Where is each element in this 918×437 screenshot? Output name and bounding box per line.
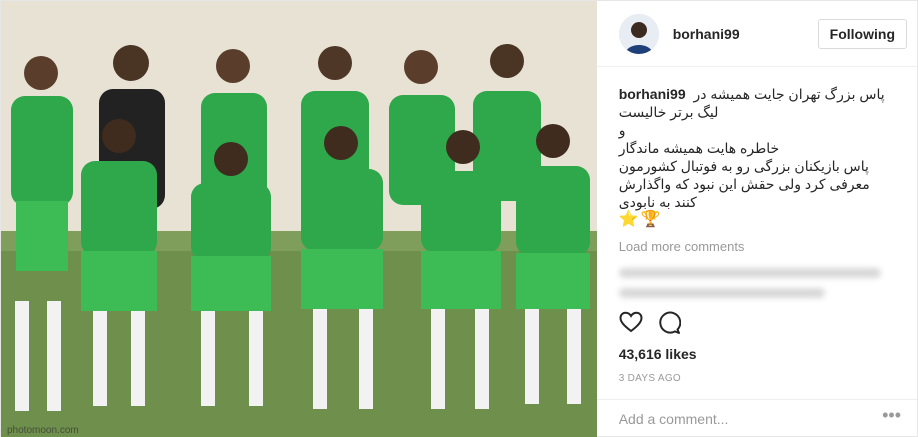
post-caption: borhani99 پاس بزرگ تهران جایت همیشه در ل… <box>619 85 903 229</box>
header-username[interactable]: borhani99 <box>673 26 818 42</box>
caption-username[interactable]: borhani99 <box>619 86 686 102</box>
post-timestamp[interactable]: 3 DAYS AGO <box>619 373 681 384</box>
comments-section: borhani99 پاس بزرگ تهران جایت همیشه در ل… <box>597 67 917 347</box>
caption-line-4: خاطره هایت همیشه ماندگار <box>618 140 780 156</box>
caption-line-2: لیگ برتر خالیست <box>618 104 719 120</box>
team-photo: photomoon.com <box>1 1 597 437</box>
blurred-comment <box>618 268 903 298</box>
photo-watermark: photomoon.com <box>7 425 79 436</box>
football-team-illustration <box>1 1 597 437</box>
likes-count[interactable]: 43,616 likes <box>619 346 697 362</box>
following-button[interactable]: Following <box>817 18 907 49</box>
avatar-image-icon <box>618 13 659 54</box>
avatar[interactable] <box>618 13 659 54</box>
add-comment-bar <box>596 399 917 437</box>
post-header: borhani99 Following <box>596 1 917 67</box>
load-more-comments-link[interactable]: Load more comments <box>619 239 903 254</box>
caption-line-5: پاس بازیکنان بزرگی رو به فوتبال کشورمون <box>618 158 869 174</box>
caption-emoji: ⭐🏆 <box>618 211 663 228</box>
post-sidebar: borhani99 Following borhani99 پاس بزرگ ت… <box>596 1 917 437</box>
comment-bubble-icon[interactable] <box>657 311 681 335</box>
like-heart-icon[interactable] <box>619 311 643 333</box>
caption-line-7: کنند به نابودی <box>618 194 697 210</box>
instagram-post: photomoon.com borhani99 Following borhan… <box>0 0 918 437</box>
caption-line-3: و <box>618 122 626 138</box>
caption-line-6: معرفی کرد ولی حقش این نبود که واگذارش <box>618 176 870 192</box>
action-bar <box>619 311 681 335</box>
caption-line-1: پاس بزرگ تهران جایت همیشه در <box>693 86 885 102</box>
more-options-icon[interactable]: ••• <box>882 405 901 426</box>
add-comment-input[interactable] <box>618 411 895 427</box>
